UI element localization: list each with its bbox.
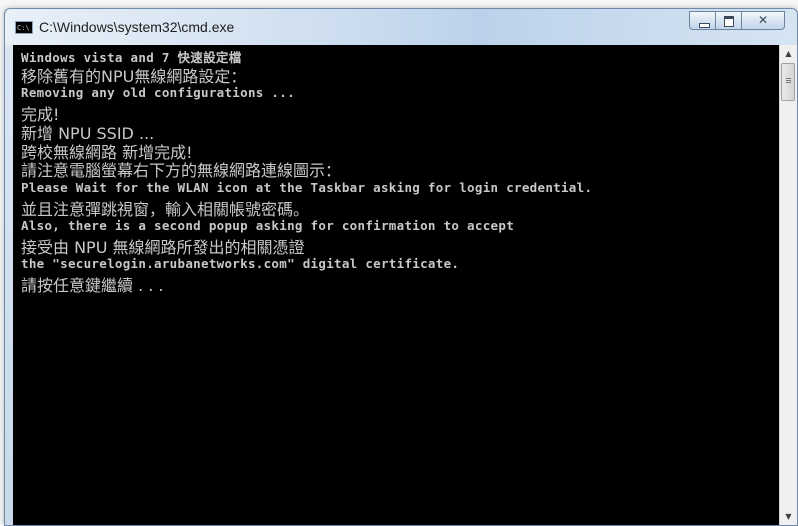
grip-icon xyxy=(786,78,791,79)
minimize-button[interactable] xyxy=(689,11,716,30)
vertical-scrollbar[interactable]: ▲ ▼ xyxy=(779,45,797,525)
cmd-window: C:\ C:\Windows\system32\cmd.exe ✕ Window… xyxy=(4,8,798,526)
close-button[interactable]: ✕ xyxy=(741,11,785,30)
scroll-down-icon[interactable]: ▼ xyxy=(780,508,797,525)
console-line: 接受由 NPU 無線網路所發出的相關憑證 xyxy=(21,238,305,257)
minimize-icon xyxy=(699,23,710,28)
maximize-icon xyxy=(724,16,734,27)
cmd-icon[interactable]: C:\ xyxy=(15,21,33,34)
caption-buttons: ✕ xyxy=(689,11,785,31)
console-line: Please Wait for the WLAN icon at the Tas… xyxy=(21,180,593,195)
console-line: 並且注意彈跳視窗，輸入相關帳號密碼。 xyxy=(21,200,310,219)
console-line: Also, there is a second popup asking for… xyxy=(21,218,515,233)
console-line: 請按任意鍵繼續 . . . xyxy=(21,276,164,295)
console-line: Removing any old configurations ... xyxy=(21,85,295,100)
maximize-button[interactable] xyxy=(715,11,742,30)
window-title: C:\Windows\system32\cmd.exe xyxy=(39,19,235,35)
scrollbar-thumb[interactable] xyxy=(781,63,795,101)
console-line: the "securelogin.arubanetworks.com" digi… xyxy=(21,256,460,271)
console-output[interactable]: Windows vista and 7 快速設定檔 移除舊有的NPU無線網路設定… xyxy=(13,45,779,525)
scroll-up-icon[interactable]: ▲ xyxy=(780,45,797,62)
title-bar[interactable]: C:\ C:\Windows\system32\cmd.exe ✕ xyxy=(5,9,797,45)
desktop: C:\ C:\Windows\system32\cmd.exe ✕ Window… xyxy=(0,0,798,526)
close-icon: ✕ xyxy=(757,13,769,27)
console-line: 移除舊有的NPU無線網路設定： xyxy=(21,67,247,86)
console-line: 請注意電腦螢幕右下方的無線網路連線圖示： xyxy=(21,161,342,180)
